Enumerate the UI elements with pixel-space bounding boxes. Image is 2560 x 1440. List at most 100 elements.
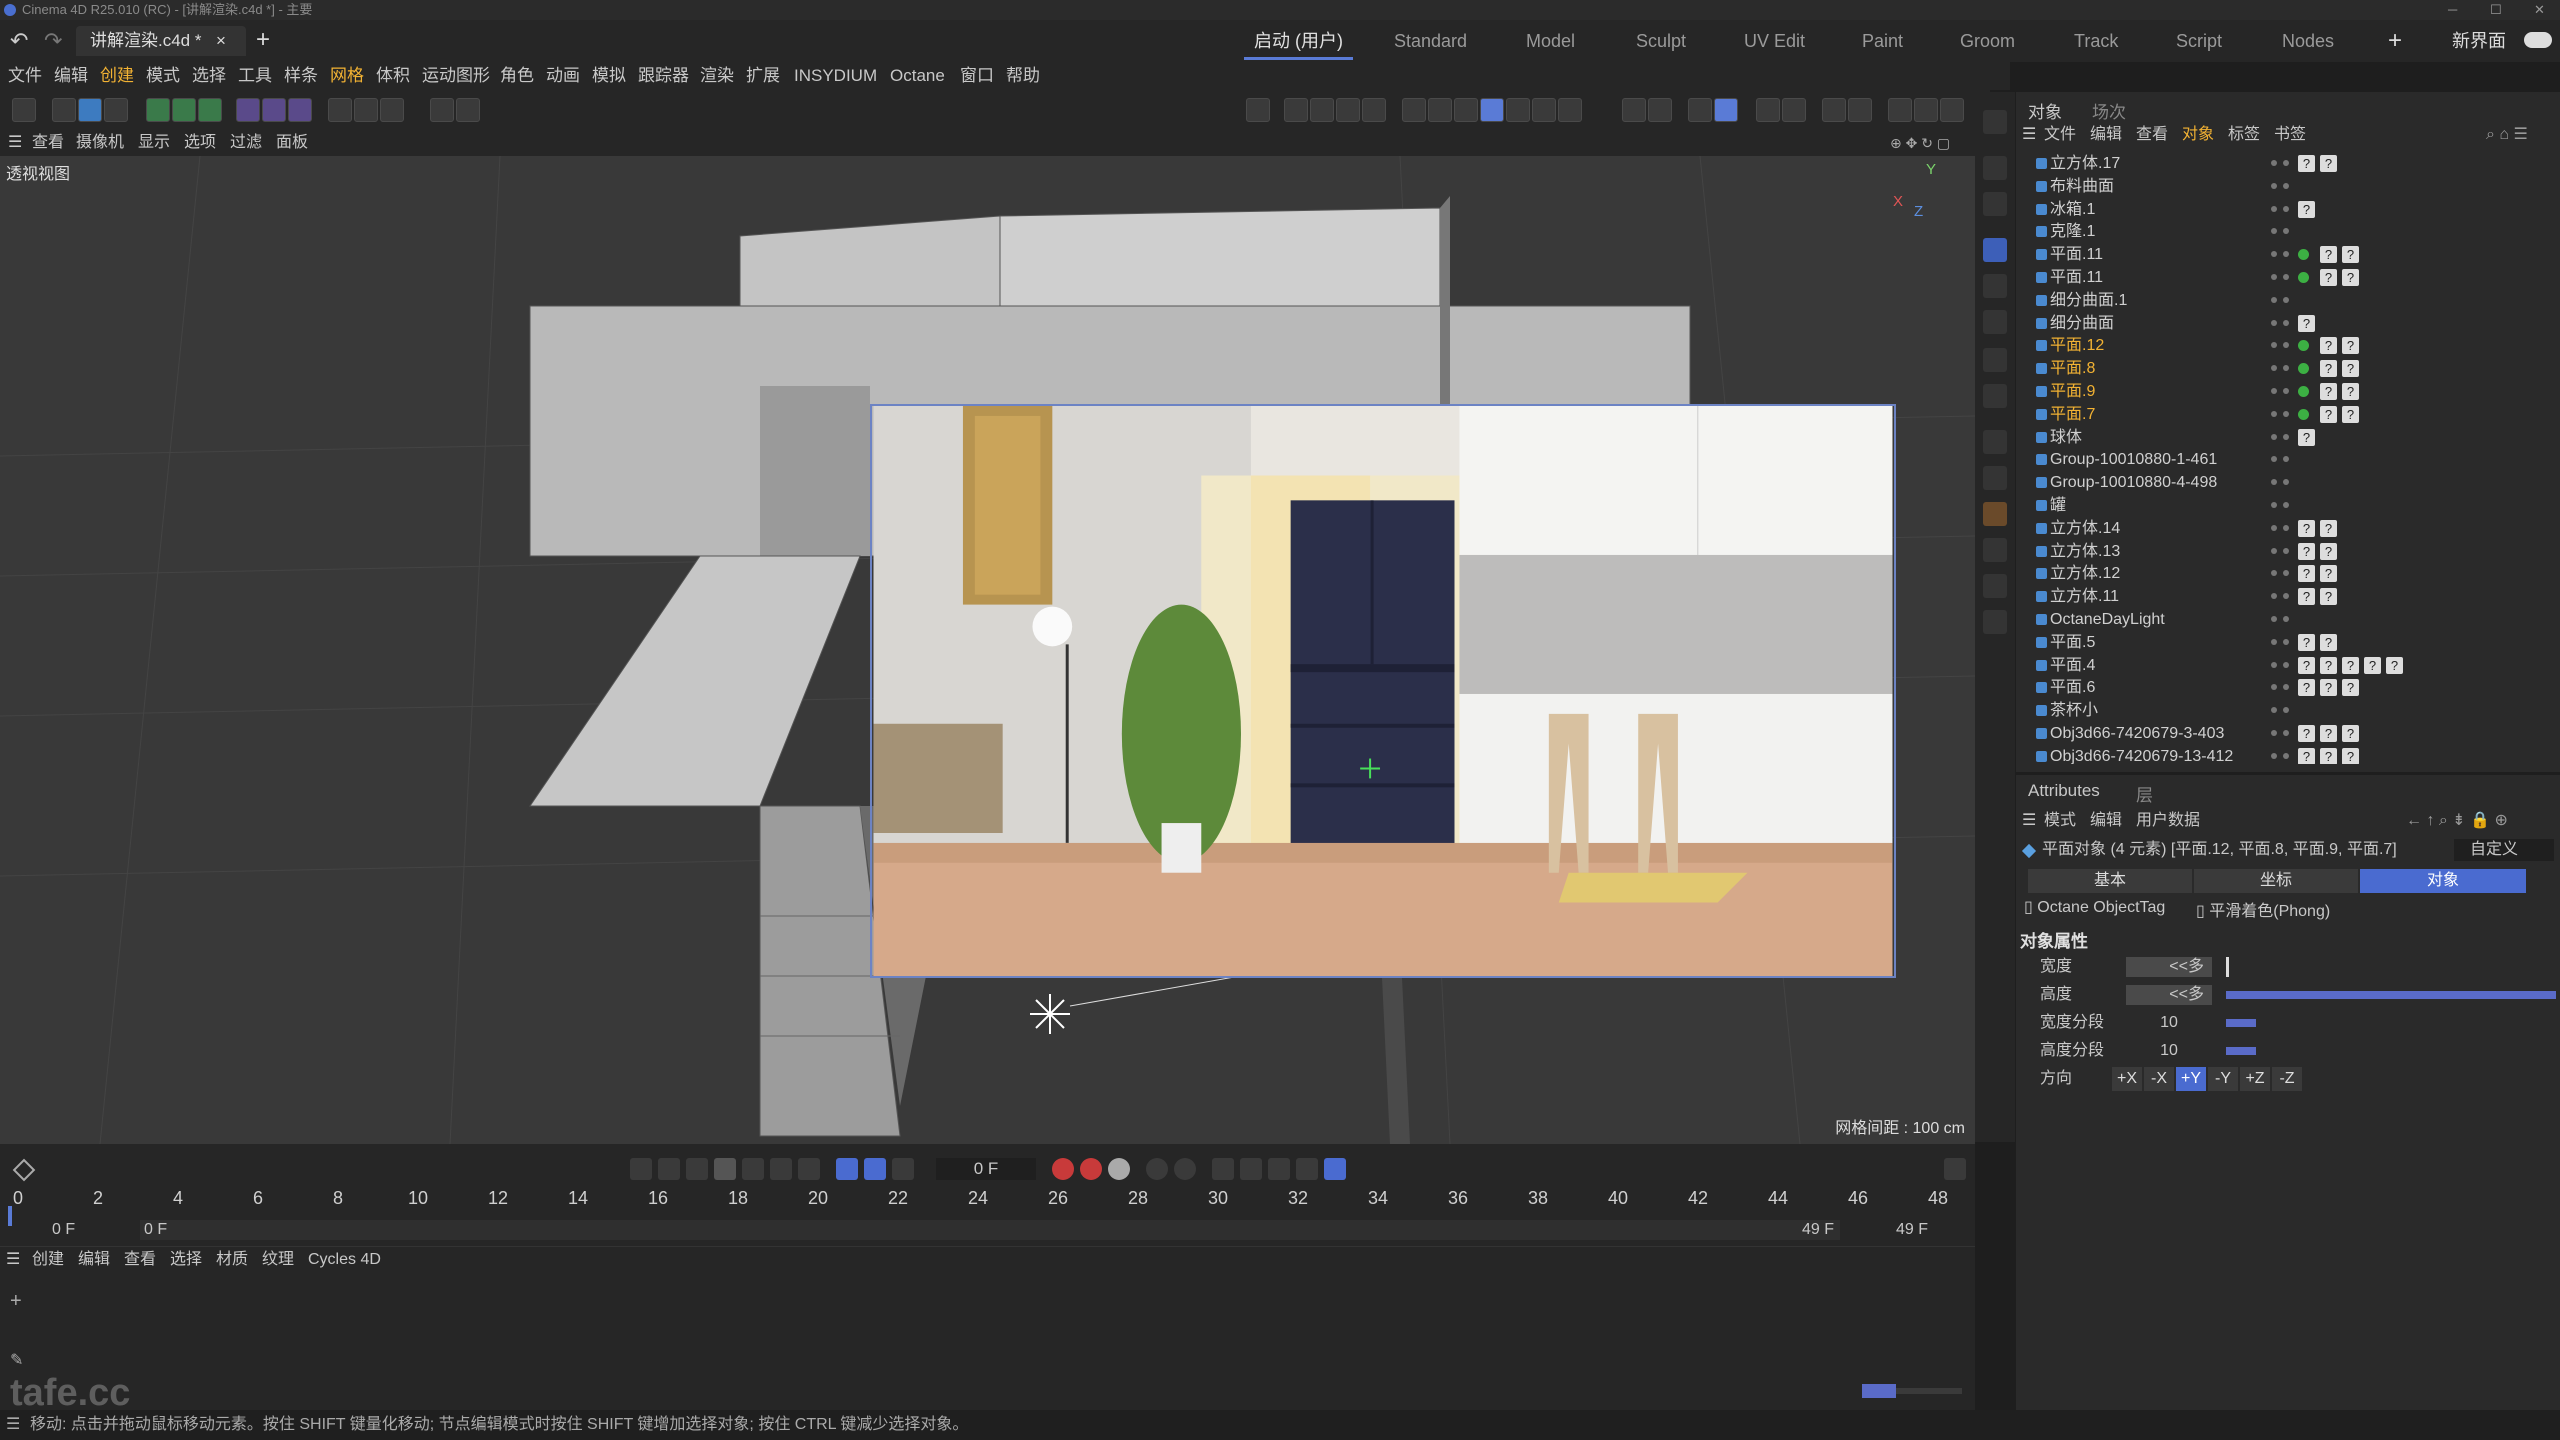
object-row[interactable]: Group-10010880-1-461 (2016, 448, 2560, 471)
subtab-coordinates[interactable]: 坐标 (2194, 869, 2358, 893)
material-tag-icon[interactable]: ? (2298, 679, 2315, 697)
object-row[interactable]: 立方体.12?? (2016, 562, 2560, 585)
render-camera-icon[interactable] (354, 98, 378, 122)
object-name[interactable]: 平面.8 (2050, 357, 2095, 380)
viewport-nav-icons[interactable]: ⊕ ✥ ↻ ▢ (1890, 130, 1950, 156)
object-row[interactable]: 球体? (2016, 426, 2560, 449)
material-tag-icon[interactable]: ? (2342, 679, 2359, 697)
object-name[interactable]: 平面.9 (2050, 380, 2095, 403)
polygons-mode-icon[interactable] (1454, 98, 1478, 122)
object-name[interactable]: 立方体.11 (2050, 585, 2119, 608)
object-name[interactable]: Obj3d66-7420679-3-403 (2050, 722, 2224, 745)
object-name[interactable]: 平面.11 (2050, 243, 2103, 266)
obj-menu-bookmarks[interactable]: 书签 (2274, 124, 2306, 146)
points-mode-icon[interactable] (1402, 98, 1426, 122)
magnet-icon[interactable] (1622, 98, 1646, 122)
object-row[interactable]: 茶杯小 (2016, 699, 2560, 722)
render-region-icon[interactable] (1822, 98, 1846, 122)
prop-width-slider[interactable] (2226, 957, 2229, 977)
grid-snap-icon[interactable] (456, 98, 480, 122)
object-row[interactable]: 细分曲面? (2016, 312, 2560, 335)
material-tag-icon[interactable]: ? (2320, 565, 2337, 583)
vp-menu-panel[interactable]: 面板 (276, 130, 308, 156)
text-icon[interactable] (104, 98, 128, 122)
edges-mode-icon[interactable] (1428, 98, 1452, 122)
obj-menu-object[interactable]: 对象 (2182, 124, 2214, 146)
object-row[interactable]: 平面.8?? (2016, 357, 2560, 380)
visibility-dots-icon[interactable] (2271, 251, 2291, 259)
close-tab-icon[interactable]: × (216, 26, 226, 56)
tab-objects[interactable]: 对象 (2028, 98, 2062, 123)
object-name[interactable]: 平面.6 (2050, 676, 2095, 699)
orient-minus-z[interactable]: -Z (2272, 1067, 2302, 1091)
twist-icon[interactable] (288, 98, 312, 122)
menu-mograph[interactable]: 运动图形 (422, 62, 490, 90)
visibility-dots-icon[interactable] (2271, 296, 2291, 305)
material-tag-icon[interactable]: ? (2342, 246, 2359, 264)
visibility-dots-icon[interactable] (2271, 388, 2291, 396)
object-name[interactable]: Group-10010880-4-498 (2050, 471, 2217, 494)
visibility-dots-icon[interactable] (2271, 228, 2291, 236)
object-name[interactable]: 立方体.17 (2050, 152, 2120, 175)
layout-toggle[interactable] (2524, 32, 2552, 48)
menu-octane[interactable]: Octane (890, 62, 945, 90)
menu-extensions[interactable]: 扩展 (746, 62, 780, 90)
coordinate-system-icon[interactable] (1362, 98, 1386, 122)
material-tag-icon[interactable]: ? (2342, 405, 2359, 423)
object-name[interactable]: 细分曲面.1 (2050, 289, 2127, 312)
material-tag-icon[interactable]: ? (2298, 519, 2315, 537)
object-name[interactable]: 球体 (2050, 426, 2082, 449)
menu-character[interactable]: 角色 (500, 62, 534, 90)
prop-width-segments-value[interactable]: 10 (2126, 1013, 2212, 1033)
mat-menu-edit[interactable]: 编辑 (78, 1247, 110, 1273)
render-picture-icon[interactable] (1914, 98, 1938, 122)
add-layout-icon[interactable]: + (2388, 28, 2402, 54)
object-name[interactable]: 克隆.1 (2050, 220, 2095, 243)
paint-tool-icon[interactable] (1983, 538, 2007, 562)
material-tag-icon[interactable]: ? (2298, 155, 2315, 172)
object-row[interactable]: 立方体.17?? (2016, 152, 2560, 175)
menu-animate[interactable]: 动画 (546, 62, 580, 90)
material-tag-icon[interactable]: ? (2342, 656, 2359, 674)
layout-tab-track[interactable]: Track (2074, 28, 2118, 54)
material-tag-icon[interactable]: ? (2320, 679, 2337, 697)
attr-nav-icons[interactable]: ← ↑ ⌕ ⇟ 🔒 ⊕ (2406, 809, 2508, 833)
visibility-dots-icon[interactable] (2271, 616, 2291, 624)
layout-tab-groom[interactable]: Groom (1960, 28, 2015, 54)
object-row[interactable]: 平面.12?? (2016, 334, 2560, 357)
menu-volume[interactable]: 体积 (376, 62, 410, 90)
move-tool-icon[interactable] (1983, 238, 2007, 262)
material-tag-icon[interactable]: ? (2364, 656, 2381, 674)
mat-menu-cycles4d[interactable]: Cycles 4D (308, 1247, 381, 1273)
eyedropper-icon[interactable]: ✎ (10, 1350, 23, 1370)
material-tag-icon[interactable]: ? (2320, 155, 2337, 172)
prop-height-segments-slider[interactable] (2226, 1047, 2256, 1055)
visibility-dots-icon[interactable] (2271, 433, 2291, 442)
object-row[interactable]: 冰箱.1? (2016, 198, 2560, 221)
sculpt-tool-icon[interactable] (1983, 574, 2007, 598)
undo-icon[interactable]: ↶ (10, 28, 28, 54)
new-layout-button[interactable]: 新界面 (2452, 28, 2506, 54)
visibility-dots-icon[interactable] (2271, 752, 2291, 761)
placement-tool-icon[interactable] (1983, 384, 2007, 408)
visibility-dots-icon[interactable] (2271, 365, 2291, 373)
visibility-dots-icon[interactable] (2271, 524, 2291, 533)
vp-menu-cameras[interactable]: 摄像机 (76, 130, 124, 156)
object-row[interactable]: Obj3d66-7420679-3-403??? (2016, 722, 2560, 745)
object-row[interactable]: 细分曲面.1 (2016, 289, 2560, 312)
object-menu-icon[interactable]: ☰ (2022, 124, 2036, 146)
material-tag-icon[interactable]: ? (2298, 725, 2315, 742)
visibility-dots-icon[interactable] (2271, 205, 2291, 214)
object-name[interactable]: 立方体.14 (2050, 517, 2120, 540)
minimize-icon[interactable]: ─ (2448, 0, 2457, 20)
object-row[interactable]: 平面.5?? (2016, 631, 2560, 654)
menu-file[interactable]: 文件 (8, 62, 42, 90)
visibility-dots-icon[interactable] (2271, 182, 2291, 191)
material-tag-icon[interactable]: ? (2298, 542, 2315, 560)
object-row[interactable]: 布料曲面 (2016, 175, 2560, 198)
tag-phong[interactable]: ▯ 平滑着色(Phong) (2196, 897, 2330, 921)
layout-tab-script[interactable]: Script (2176, 28, 2222, 54)
prop-width-value[interactable]: <<多 (2126, 957, 2212, 977)
green-check-icon[interactable] (2298, 386, 2309, 397)
material-tag-icon[interactable]: ? (2342, 725, 2359, 742)
